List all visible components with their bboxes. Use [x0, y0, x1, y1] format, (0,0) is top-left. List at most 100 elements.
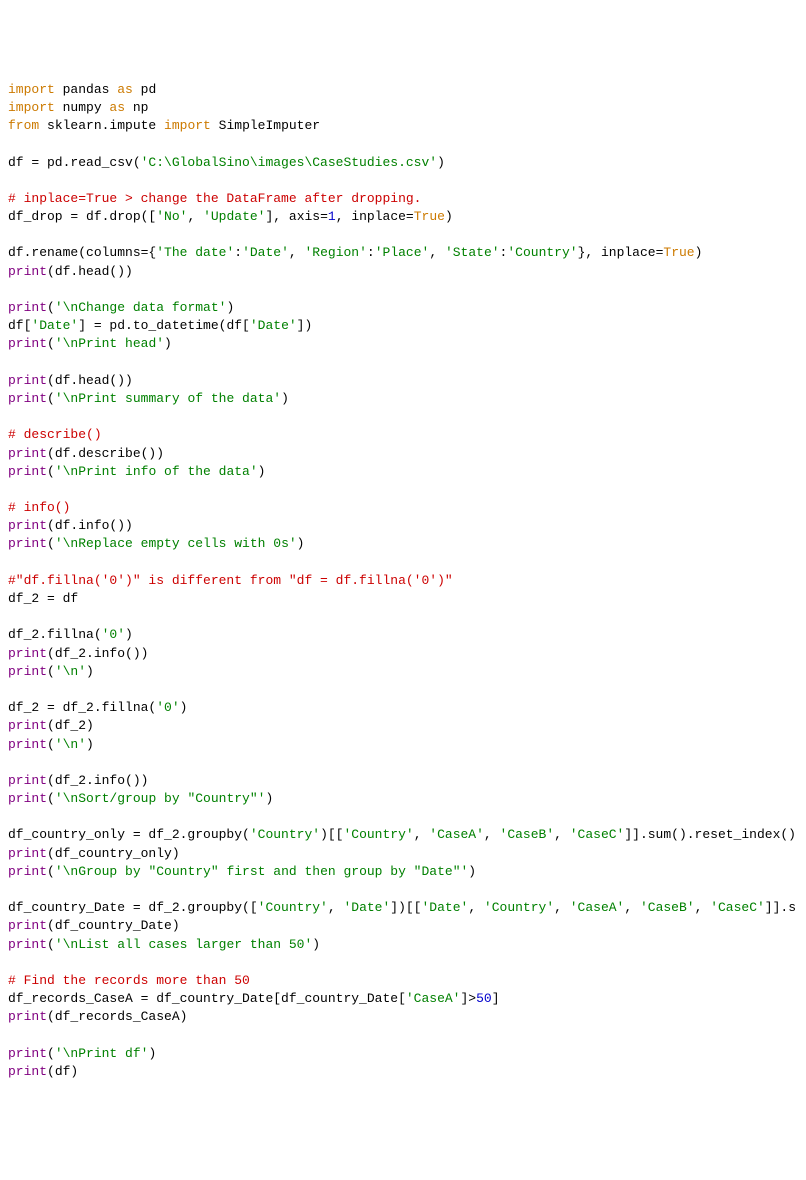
code-token: np [125, 100, 148, 115]
code-token: '\nReplace empty cells with 0s' [55, 536, 297, 551]
code-line: # Find the records more than 50 [8, 972, 798, 990]
code-token: (df_country_only) [47, 846, 180, 861]
code-token: (df.info()) [47, 518, 133, 533]
code-token: 'Country' [343, 827, 413, 842]
code-token: , [554, 900, 570, 915]
code-token: print [8, 646, 47, 661]
code-line: print(df_records_CaseA) [8, 1008, 798, 1026]
code-line: print(df_2.info()) [8, 645, 798, 663]
code-line: print(df_2) [8, 717, 798, 735]
code-token: as [109, 100, 125, 115]
code-line: df_country_Date = df_2.groupby(['Country… [8, 899, 798, 917]
code-line: # info() [8, 499, 798, 517]
code-token: , [695, 900, 711, 915]
code-line: print(df.head()) [8, 372, 798, 390]
code-line: df['Date'] = pd.to_datetime(df['Date']) [8, 317, 798, 335]
code-token: ]> [460, 991, 476, 1006]
code-line: import pandas as pd [8, 81, 798, 99]
code-token: '\nList all cases larger than 50' [55, 937, 312, 952]
code-token: print [8, 391, 47, 406]
code-token: ( [47, 464, 55, 479]
code-token: 'CaseB' [500, 827, 555, 842]
code-token: '\n' [55, 664, 86, 679]
code-token: ]) [297, 318, 313, 333]
code-token: df_records_CaseA = df_country_Date[df_co… [8, 991, 406, 1006]
code-line: df_records_CaseA = df_country_Date[df_co… [8, 990, 798, 1008]
code-token: as [117, 82, 133, 97]
code-token: ( [47, 737, 55, 752]
code-token: 1 [328, 209, 336, 224]
code-token: ) [86, 737, 94, 752]
code-token: df_2.fillna( [8, 627, 102, 642]
code-line: print('\nSort/group by "Country"') [8, 790, 798, 808]
code-token: print [8, 664, 47, 679]
code-token: print [8, 864, 47, 879]
code-token: df_drop = df.drop([ [8, 209, 156, 224]
code-line: df_2 = df [8, 590, 798, 608]
code-token: ) [468, 864, 476, 879]
code-token: print [8, 518, 47, 533]
code-line [8, 754, 798, 772]
code-token: )[[ [320, 827, 343, 842]
code-token: ( [47, 391, 55, 406]
code-token: # info() [8, 500, 70, 515]
code-line: print('\nReplace empty cells with 0s') [8, 535, 798, 553]
code-line: print('\n') [8, 736, 798, 754]
code-line: df.rename(columns={'The date':'Date', 'R… [8, 244, 798, 262]
code-token: 'CaseC' [570, 827, 625, 842]
code-token: (df_records_CaseA) [47, 1009, 187, 1024]
code-token: numpy [55, 100, 110, 115]
code-token: import [8, 100, 55, 115]
code-token: (df) [47, 1064, 78, 1079]
code-token: 'CaseA' [429, 827, 484, 842]
code-line: print('\nGroup by "Country" first and th… [8, 863, 798, 881]
code-line [8, 608, 798, 626]
code-token: print [8, 464, 47, 479]
code-token: 'The date' [156, 245, 234, 260]
code-token: , [468, 900, 484, 915]
code-token: ) [265, 791, 273, 806]
code-line: print('\nPrint info of the data') [8, 463, 798, 481]
code-line [8, 554, 798, 572]
code-token: , [484, 827, 500, 842]
code-token: df.rename(columns={ [8, 245, 156, 260]
code-token: print [8, 446, 47, 461]
code-token: ( [47, 300, 55, 315]
code-token: '\nPrint head' [55, 336, 164, 351]
code-token: 'Place' [375, 245, 430, 260]
code-token: print [8, 773, 47, 788]
code-token: pandas [55, 82, 117, 97]
code-token: , inplace= [336, 209, 414, 224]
code-token: 50 [476, 991, 492, 1006]
code-token: , [554, 827, 570, 842]
code-token: 'CaseC' [710, 900, 765, 915]
code-line: df_2.fillna('0') [8, 626, 798, 644]
code-token: True [414, 209, 445, 224]
code-token: ) [164, 336, 172, 351]
code-token: ] [492, 991, 500, 1006]
code-token: , [328, 900, 344, 915]
code-token: ( [47, 336, 55, 351]
code-line: # describe() [8, 426, 798, 444]
code-token: 'CaseB' [640, 900, 695, 915]
code-line: print('\nList all cases larger than 50') [8, 936, 798, 954]
code-token: ( [47, 864, 55, 879]
code-token: 'Date' [250, 318, 297, 333]
code-token: 'CaseA' [570, 900, 625, 915]
code-line: print('\nPrint head') [8, 335, 798, 353]
code-token: 'Update' [203, 209, 265, 224]
code-token: print [8, 536, 47, 551]
code-token: print [8, 1009, 47, 1024]
code-token: , [187, 209, 203, 224]
code-token: 'Country' [250, 827, 320, 842]
code-token: SimpleImputer [211, 118, 320, 133]
code-token: 'No' [156, 209, 187, 224]
code-token: df_2 = df_2.fillna( [8, 700, 156, 715]
code-token: }, inplace= [578, 245, 664, 260]
code-block: import pandas as pdimport numpy as npfro… [8, 81, 798, 1081]
code-line [8, 226, 798, 244]
code-line: print(df.info()) [8, 517, 798, 535]
code-token: , [624, 900, 640, 915]
code-line: # inplace=True > change the DataFrame af… [8, 190, 798, 208]
code-token: 'CaseA' [406, 991, 461, 1006]
